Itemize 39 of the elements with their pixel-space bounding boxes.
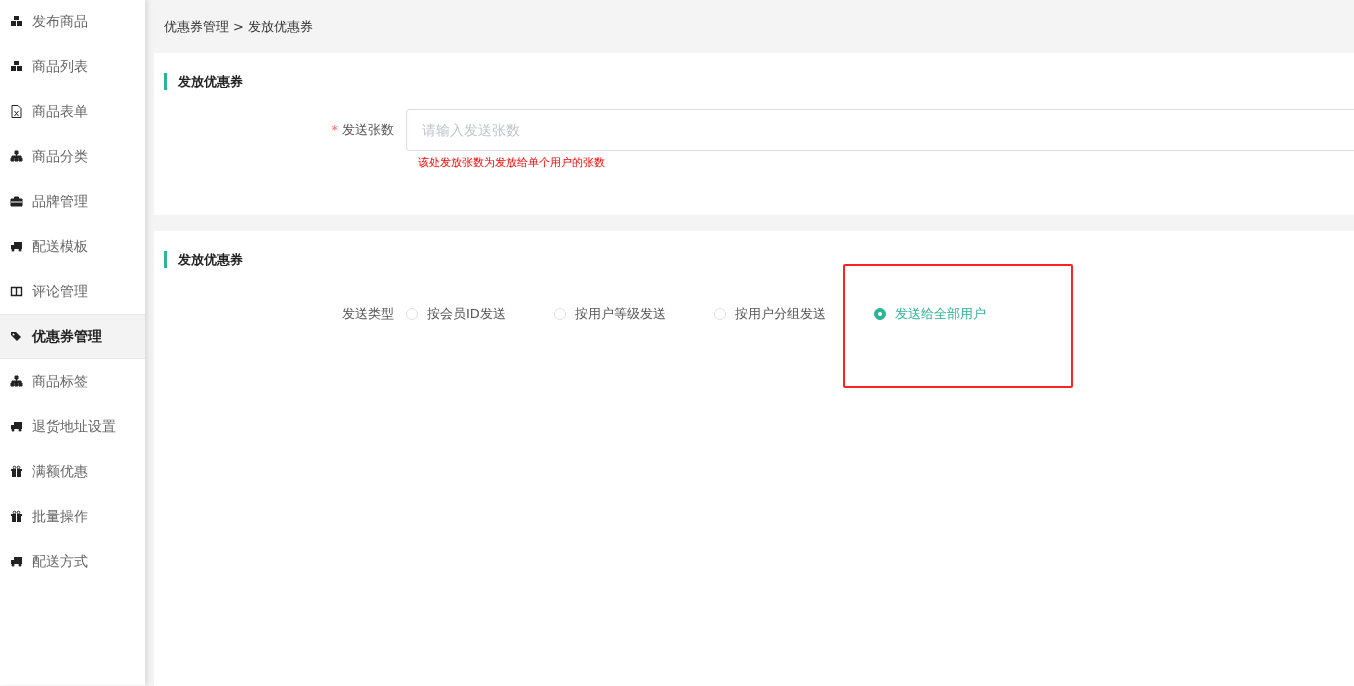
- radio-option[interactable]: 按用户分组发送: [713, 305, 826, 323]
- sidebar-item[interactable]: 商品列表: [0, 44, 145, 89]
- section-title: 发放优惠券: [164, 251, 243, 268]
- breadcrumb-link[interactable]: 优惠券管理: [164, 17, 229, 36]
- sidebar-item[interactable]: 商品表单: [0, 89, 145, 134]
- field-label: * 发送张数: [330, 121, 395, 139]
- sidebar-item[interactable]: 发布商品: [0, 0, 145, 44]
- hierarchy-icon: [10, 375, 23, 388]
- sidebar-item[interactable]: 满额优惠: [0, 449, 145, 494]
- columns-icon: [10, 285, 23, 298]
- input-field[interactable]: 请输入发送张数: [406, 109, 1354, 151]
- spreadsheet-file-icon: [10, 105, 23, 118]
- breadcrumb-separator: >: [233, 19, 244, 34]
- radio-option[interactable]: 按用户等级发送: [553, 305, 666, 323]
- truck-icon: [10, 555, 23, 568]
- section-title: 发放优惠券: [164, 73, 243, 90]
- sidebar-item[interactable]: 优惠券管理: [0, 314, 145, 359]
- sidebar-item[interactable]: 批量操作: [0, 494, 145, 539]
- truck-icon: [10, 420, 23, 433]
- tags-icon: [10, 330, 23, 343]
- radio-option[interactable]: 按会员ID发送: [406, 305, 506, 323]
- sidebar-item[interactable]: 商品分类: [0, 134, 145, 179]
- cubes-icon: [10, 60, 23, 73]
- field-label: 发送类型: [341, 305, 395, 323]
- gift-icon: [10, 510, 23, 523]
- hierarchy-icon: [10, 150, 23, 163]
- sidebar-item[interactable]: 配送方式: [0, 539, 145, 584]
- sidebar-item[interactable]: 评论管理: [0, 269, 145, 314]
- sidebar-item[interactable]: 品牌管理: [0, 179, 145, 224]
- gift-icon: [10, 465, 23, 478]
- truck-icon: [10, 240, 23, 253]
- sidebar-item[interactable]: 商品标签: [0, 359, 145, 404]
- breadcrumb-current: 发放优惠券: [247, 17, 313, 36]
- sidebar-item[interactable]: 退货地址设置: [0, 404, 145, 449]
- sidebar-item[interactable]: 配送模板: [0, 224, 145, 269]
- hint-text: 该处发放张数为发放给单个用户的张数: [418, 155, 605, 170]
- briefcase-icon: [10, 195, 23, 208]
- radio-button[interactable]: [873, 308, 886, 320]
- cubes-icon: [10, 15, 23, 28]
